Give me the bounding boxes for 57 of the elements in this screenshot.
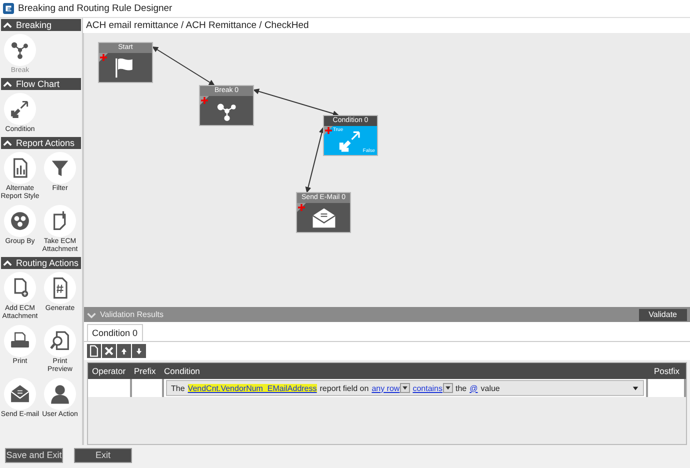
tab[interactable]: Condition 0 <box>87 324 143 341</box>
choice-link[interactable]: contains <box>412 384 442 392</box>
tool-button[interactable] <box>4 34 36 66</box>
condition-text: value <box>480 384 500 392</box>
condition-text: report field on <box>320 384 369 392</box>
tool-button[interactable] <box>4 93 36 125</box>
tool-button[interactable] <box>44 152 76 184</box>
tool-button[interactable] <box>44 205 76 237</box>
dropdown-icon[interactable] <box>400 383 410 393</box>
column-header: Postfix <box>653 366 681 376</box>
dropdown-icon[interactable] <box>442 383 452 393</box>
toolbar-button[interactable] <box>117 344 131 358</box>
close-icon <box>103 345 115 357</box>
validate-button[interactable]: Validate <box>638 308 687 320</box>
tool-button[interactable] <box>4 272 36 304</box>
tool-button[interactable] <box>4 378 36 410</box>
add-icon[interactable] <box>201 97 208 104</box>
condition-text: The <box>171 384 185 392</box>
chevron-icon <box>3 20 12 30</box>
chevron-icon <box>3 138 12 148</box>
tool-button[interactable] <box>44 272 76 304</box>
envelope-icon <box>310 206 336 230</box>
choice-link[interactable]: any row <box>372 384 400 392</box>
condition-text: the <box>456 384 467 392</box>
section-header[interactable]: Breaking <box>1 19 81 31</box>
connector-arrow <box>152 46 215 86</box>
chevron-icon <box>3 80 12 88</box>
add-icon[interactable] <box>325 127 332 134</box>
connector-arrow <box>305 127 325 193</box>
app-icon <box>3 3 14 14</box>
toolbar-button[interactable] <box>87 344 101 358</box>
panel-title: Validation Results <box>100 310 164 319</box>
breadcrumb: ACH email remittance / ACH Remittance / CheckHed <box>83 18 690 33</box>
add-icon[interactable] <box>298 204 305 211</box>
tool-button[interactable] <box>44 325 76 357</box>
action-button[interactable]: Exit <box>74 448 132 462</box>
action-button[interactable]: Save and Exit <box>5 448 63 462</box>
tool-button[interactable] <box>44 378 76 410</box>
validation-header[interactable]: Validation Results Validate <box>84 307 690 322</box>
tool-button[interactable] <box>4 325 36 357</box>
chevron-icon <box>3 258 12 268</box>
add-icon[interactable] <box>100 54 107 61</box>
section-header[interactable]: Routing Actions <box>1 257 81 269</box>
section-header[interactable]: Report Actions <box>1 137 81 149</box>
toolbar-button[interactable] <box>132 344 146 358</box>
chevron-icon <box>87 310 96 318</box>
new-document-icon <box>88 345 100 357</box>
window-title: Breaking and Routing Rule Designer <box>18 3 172 14</box>
column-header: Prefix <box>133 366 157 376</box>
toolbar-button[interactable] <box>102 344 116 358</box>
section-header[interactable]: Flow Chart <box>1 78 81 90</box>
tool-button[interactable] <box>4 152 36 184</box>
field-link[interactable]: @ <box>470 384 478 392</box>
tool-button[interactable] <box>4 205 36 237</box>
caret-icon <box>632 384 639 392</box>
column-header: Operator <box>91 366 127 376</box>
column-header: Condition <box>163 366 201 376</box>
